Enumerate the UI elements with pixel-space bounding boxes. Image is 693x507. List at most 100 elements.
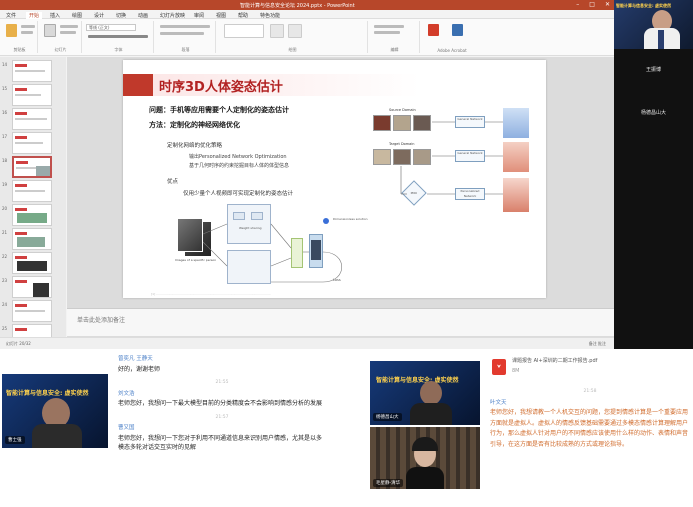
minimize-icon[interactable]: – [576, 1, 579, 8]
speaker-tie [658, 30, 664, 49]
participant-panel: 王振博 杨德昌山大 [614, 49, 693, 349]
status-right: 备注 批注 [588, 341, 606, 346]
slide-thumbnail[interactable] [12, 252, 52, 274]
chat-panel-right: ⮟ 课题报告 AI+深圳的二期工作报告.pdf 8M 21:58 叶文天 老师您… [490, 357, 690, 450]
participant-face [420, 381, 442, 405]
shapes-gallery[interactable] [224, 24, 264, 38]
chat-sender: 刘文浩 [118, 390, 135, 397]
status-bar: 幻灯片 20/32 备注 批注 [0, 337, 614, 349]
chat-panel-left: 曾奕凡 王静天 好的，谢谢老师 21:55 刘文浩 老师您好，我想问一下最大模型… [118, 355, 326, 453]
quick-styles-icon[interactable] [288, 24, 302, 38]
slide-thumbnail-panel: 14 15 16 17 18 19 20 21 22 23 24 25 [0, 57, 66, 349]
video-banner: 智能计算与信息安全: 虚实使然 [376, 377, 459, 384]
tab-view[interactable]: 视图 [216, 12, 226, 19]
video-right-top[interactable]: 智能计算与信息安全: 虚实使然 杨德昌山大 [370, 361, 480, 425]
bottom-panel: 智能计算与信息安全: 虚实使然 曹士强 曾奕凡 王静天 好的，谢谢老师 21:5… [0, 349, 693, 507]
group-editing: 编辑 [370, 21, 420, 53]
video-name-tag: 曹士强 [5, 436, 25, 444]
video-name-tag: 杨德昌山大 [373, 413, 402, 421]
pno-diagram: Source Domain General Network Target Dom… [371, 108, 541, 220]
participant-name: 杨德昌山大 [640, 110, 666, 116]
group-slides: 幻灯片 [40, 21, 82, 53]
speaker-banner: 智能计算与信息安全: 虚实使然 [616, 3, 671, 8]
tab-home[interactable]: 开始 [26, 12, 43, 19]
group-font: 等线 (正文) 字体 [84, 21, 154, 53]
video-left[interactable]: 智能计算与信息安全: 虚实使然 曹士强 [2, 374, 108, 448]
ribbon-tabs: 文件 开始 插入 绘图 设计 切换 动画 幻灯片放映 审阅 视图 帮助 特色功能 [0, 10, 614, 19]
new-slide-icon[interactable] [44, 24, 56, 37]
slide-footnote: [1] ....................................… [151, 292, 271, 296]
ribbon: 剪贴板 幻灯片 等线 (正文) 字体 段落 绘图 编辑 Adobe Acroba… [0, 19, 614, 56]
group-acrobat: Adobe Acrobat [422, 21, 482, 53]
chat-time: 21:57 [215, 414, 229, 420]
tab-insert[interactable]: 插入 [50, 12, 60, 19]
participant-body [406, 467, 444, 489]
maximize-icon[interactable]: □ [589, 1, 595, 8]
slide-thumbnail[interactable] [12, 60, 52, 82]
tab-file[interactable]: 文件 [6, 12, 16, 19]
participant-body [32, 424, 82, 448]
acrobat-icon[interactable] [428, 24, 439, 36]
slide-thumbnail[interactable] [12, 132, 52, 154]
tab-transitions[interactable]: 切换 [116, 12, 126, 19]
chat-sender: 曹又国 [118, 425, 135, 431]
arrange-icon[interactable] [270, 24, 284, 38]
title-accent-bar [123, 74, 153, 96]
font-select[interactable]: 等线 (正文) [86, 24, 136, 31]
speaker-video[interactable]: 智能计算与信息安全: 虚实使然 [614, 0, 693, 49]
sub-bullet: 定制化网络的优化策略 [167, 143, 223, 149]
group-drawing: 绘图 [218, 21, 368, 53]
share-pdf-icon[interactable] [452, 24, 463, 36]
sub-bullet: 输出Personalized Network Optimization [189, 154, 287, 160]
chat-message: 老师您好，我想问一下最大模型目前的分类精度会不会影响到情感分析的发展 [118, 400, 323, 407]
chat-message: 老师您好，我想请教一个人机交互的问题，您提到情感计算是一个重要应用方面就是虚拟人… [490, 409, 689, 448]
tab-features[interactable]: 特色功能 [260, 12, 280, 19]
sub-bullet: 仅用少量个人视频即可实现定制化的姿态估计 [183, 191, 294, 197]
slide-thumbnail[interactable] [12, 276, 52, 298]
paste-icon[interactable] [6, 24, 17, 37]
file-attachment[interactable]: ⮟ 课题报告 AI+深圳的二期工作报告.pdf 8M [490, 357, 690, 379]
video-right-bottom[interactable]: 毛星静-清华 [370, 427, 480, 489]
diagram-arrows [400, 121, 503, 195]
group-paragraph: 段落 [156, 21, 216, 53]
tab-help[interactable]: 帮助 [238, 12, 248, 19]
slide-thumbnail[interactable] [12, 204, 52, 226]
slide-thumbnail[interactable] [12, 180, 52, 202]
participant-body [410, 403, 452, 425]
sub-bullet: 基于几何时序的约束挖掘目标人体的体型信息 [189, 163, 290, 169]
chat-time: 21:58 [583, 389, 597, 394]
slide-title: 时序3D人体姿态估计 [159, 80, 283, 95]
tab-animations[interactable]: 动画 [138, 12, 148, 19]
close-icon[interactable]: ✕ [605, 1, 610, 8]
chat-time: 21:55 [215, 380, 229, 385]
title-bar: 智能计算与信息安全论坛 2024.pptx - PowerPoint – □ ✕ [0, 0, 614, 10]
group-clipboard: 剪贴板 [2, 21, 38, 53]
current-slide[interactable]: 时序3D人体姿态估计 问题：手机等应用需要个人定制化的姿态估计 方法：定制化的神… [123, 60, 546, 298]
tab-draw[interactable]: 绘图 [72, 12, 82, 19]
file-size: 8M [512, 368, 520, 374]
slide-thumbnail[interactable] [12, 228, 52, 250]
diagram-arrows [202, 223, 342, 283]
sub-bullet: 优点 [167, 179, 179, 185]
video-banner: 智能计算与信息安全: 虚实使然 [6, 390, 89, 397]
slide-thumbnail-selected[interactable] [12, 156, 52, 178]
optimization-diagram: Images of a specific person Weight shari… [173, 198, 383, 290]
pdf-icon: ⮟ [492, 359, 506, 375]
notes-placeholder: 单击此处添加备注 [77, 317, 126, 324]
slide-thumbnail[interactable] [12, 300, 52, 322]
window-title: 智能计算与信息安全论坛 2024.pptx - PowerPoint [240, 3, 355, 9]
participant-name: 王振博 [645, 67, 661, 73]
video-name-tag: 毛星静-清华 [373, 479, 404, 487]
powerpoint-window: 智能计算与信息安全论坛 2024.pptx - PowerPoint – □ ✕… [0, 0, 614, 349]
chat-sender: 曾奕凡 王静天 [118, 356, 153, 362]
notes-pane[interactable]: 单击此处添加备注 [67, 308, 614, 336]
tab-review[interactable]: 审阅 [194, 12, 204, 19]
tab-design[interactable]: 设计 [94, 12, 104, 19]
slide-thumbnail[interactable] [12, 84, 52, 106]
bullet-method: 方法：定制化的神经网络优化 [149, 121, 240, 129]
tab-slideshow[interactable]: 幻灯片放映 [160, 12, 185, 19]
chat-message: 好的，谢谢老师 [118, 365, 161, 373]
slide-counter: 幻灯片 20/32 [6, 341, 31, 346]
chat-sender: 叶文天 [490, 399, 507, 406]
slide-thumbnail[interactable] [12, 108, 52, 130]
